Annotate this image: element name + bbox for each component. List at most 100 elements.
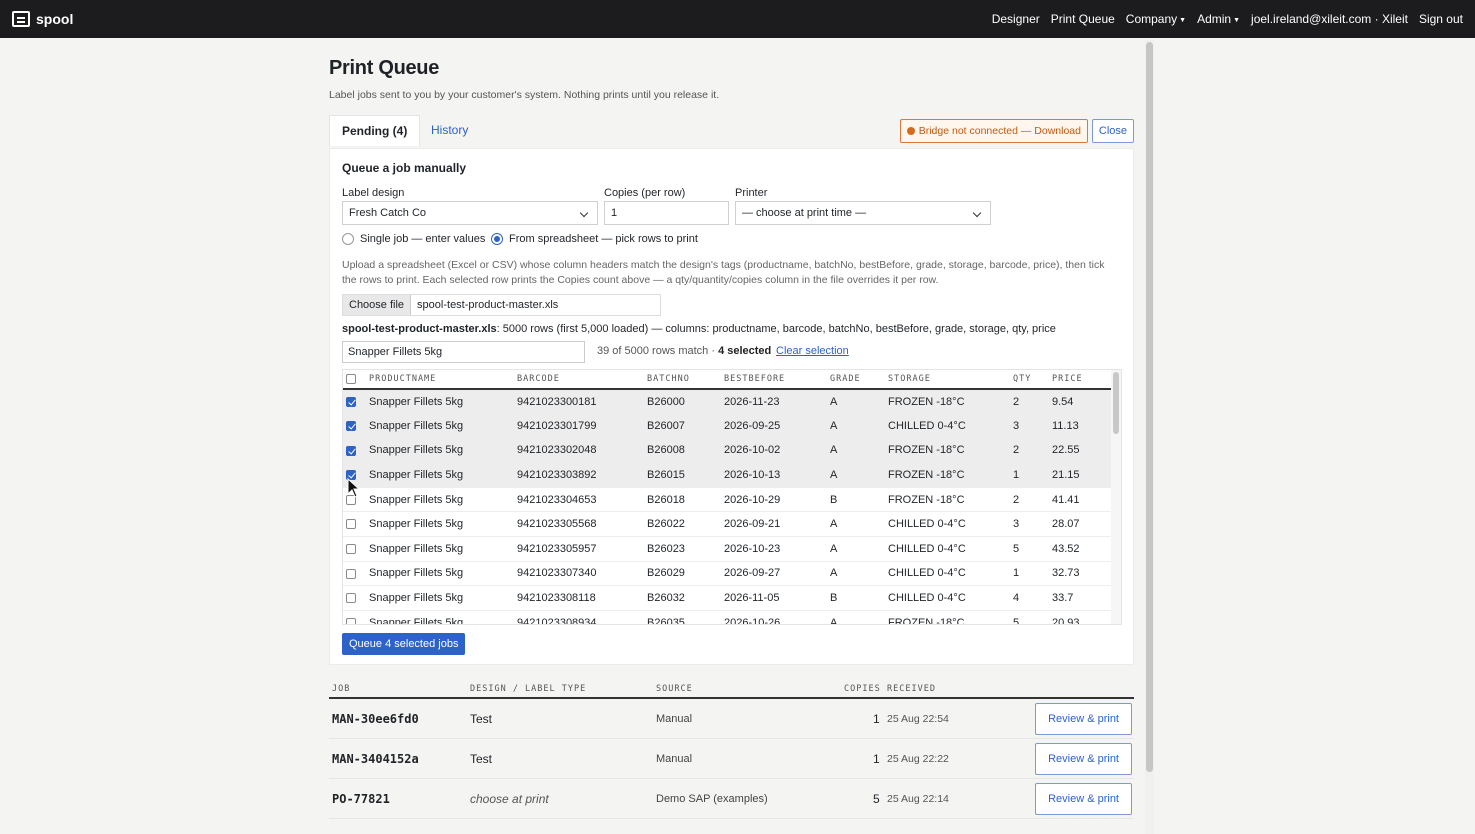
cell-grade: A — [830, 462, 888, 488]
page-scrollbar-thumb[interactable] — [1146, 42, 1153, 772]
bridge-status-button[interactable]: Bridge not connected — Download — [899, 119, 1088, 143]
job-id: PO-77821 — [332, 792, 390, 806]
cell-batchno: B26032 — [647, 585, 724, 611]
col-productname[interactable]: PRODUCTNAME — [369, 370, 517, 390]
cell-batchno: B26000 — [647, 389, 724, 415]
table-row[interactable]: Snapper Fillets 5kg 9421023305568 B26022 20… — [343, 511, 1111, 538]
row-checkbox[interactable] — [346, 593, 356, 604]
review-print-button[interactable]: Review & print — [1035, 703, 1132, 735]
row-checkbox[interactable] — [346, 568, 356, 579]
label-design-value: Fresh Catch Co — [349, 207, 427, 219]
tab-pending[interactable]: Pending (4) — [329, 115, 421, 146]
radio-spreadsheet[interactable]: From spreadsheet — pick rows to print — [491, 233, 698, 245]
jobs-rows: MAN-30ee6fd0 Test Manual 1 25 Aug 22:54 Revie… — [329, 699, 1134, 819]
row-checkbox[interactable] — [346, 396, 356, 407]
radio-single-job[interactable]: Single job — enter values — [342, 233, 485, 245]
table-row[interactable]: Snapper Fillets 5kg 9421023302048 B26008 20… — [343, 438, 1111, 464]
col-batchno[interactable]: BATCHNO — [647, 370, 724, 390]
table-row[interactable]: Snapper Fillets 5kg 9421023301799 B26007 20… — [343, 413, 1111, 439]
cell-barcode: 9421023305568 — [517, 511, 647, 538]
row-select-cell — [343, 389, 369, 415]
cell-qty: 2 — [1013, 438, 1052, 464]
cell-price: 9.54 — [1052, 389, 1111, 415]
chevron-down-icon: ▼ — [1179, 17, 1187, 24]
nav-print-queue[interactable]: Print Queue — [1051, 12, 1115, 26]
file-name: spool-test-product-master.xls — [417, 299, 559, 311]
nav-designer[interactable]: Designer — [992, 12, 1040, 26]
row-select-cell — [343, 561, 369, 587]
cell-price: 43.52 — [1052, 536, 1111, 562]
cell-batchno: B26015 — [647, 462, 724, 488]
jobs-header: JOB DESIGN / LABEL TYPE SOURCE COPIES RE… — [329, 679, 1134, 699]
page-subtitle: Label jobs sent to you by your customer'… — [329, 89, 720, 101]
row-filter-input[interactable]: Snapper Fillets 5kg — [342, 341, 585, 363]
job-design: Test — [470, 752, 493, 766]
nav-admin[interactable]: Admin ▼ — [1197, 12, 1240, 26]
top-nav: spool Designer Print Queue Company ▼ Admi… — [0, 0, 1475, 38]
nav-account[interactable]: joel.ireland@xileit.com · Xileit — [1251, 12, 1408, 26]
copies-input[interactable]: 1 — [604, 201, 729, 225]
cell-grade: A — [830, 511, 888, 538]
brand[interactable]: spool — [12, 11, 73, 27]
table-row[interactable]: Snapper Fillets 5kg 9421023308118 B26032 20… — [343, 585, 1111, 611]
page-scrollbar[interactable] — [1145, 40, 1154, 834]
review-print-button[interactable]: Review & print — [1035, 783, 1132, 815]
file-input[interactable]: Choose file spool-test-product-master.xl… — [342, 294, 661, 316]
mouse-cursor-icon — [347, 477, 361, 498]
col-qty[interactable]: QTY — [1013, 370, 1052, 390]
choose-file-button[interactable]: Choose file — [343, 295, 412, 315]
table-row[interactable]: Snapper Fillets 5kg 9421023305957 B26023 20… — [343, 536, 1111, 562]
cell-bestbefore: 2026-09-27 — [724, 561, 830, 587]
jobs-table: JOB DESIGN / LABEL TYPE SOURCE COPIES RE… — [329, 679, 1134, 819]
col-barcode[interactable]: BARCODE — [517, 370, 647, 390]
select-all-checkbox[interactable] — [346, 373, 356, 384]
match-count-text: 39 of 5000 rows match · — [597, 345, 719, 357]
close-button[interactable]: Close — [1091, 119, 1134, 143]
cell-qty: 3 — [1013, 413, 1052, 439]
table-row[interactable]: Snapper Fillets 5kg 9421023303892 B26015 20… — [343, 462, 1111, 488]
cell-storage: FROZEN -18°C — [888, 438, 1013, 464]
cell-productname: Snapper Fillets 5kg — [369, 585, 517, 611]
filter-row: Snapper Fillets 5kg 39 of 5000 rows matc… — [342, 341, 1121, 363]
cell-storage: FROZEN -18°C — [888, 462, 1013, 488]
grid-scrollbar-thumb[interactable] — [1113, 372, 1119, 434]
grid-scrollbar[interactable] — [1111, 370, 1121, 624]
cell-barcode: 9421023302048 — [517, 438, 647, 464]
row-checkbox[interactable] — [346, 617, 356, 624]
table-row[interactable]: Snapper Fillets 5kg 9421023307340 B26029 20… — [343, 561, 1111, 587]
match-count: 39 of 5000 rows match · 4 selected — [597, 345, 771, 357]
file-info-name: spool-test-product-master.xls — [342, 323, 497, 335]
cell-qty: 1 — [1013, 462, 1052, 488]
cell-productname: Snapper Fillets 5kg — [369, 413, 517, 439]
cell-barcode: 9421023300181 — [517, 389, 647, 415]
cell-bestbefore: 2026-09-21 — [724, 511, 830, 538]
table-row[interactable]: Snapper Fillets 5kg 9421023300181 B26000 20… — [343, 389, 1111, 415]
cell-productname: Snapper Fillets 5kg — [369, 389, 517, 415]
queue-selected-button[interactable]: Queue 4 selected jobs — [342, 633, 466, 655]
row-checkbox[interactable] — [346, 445, 356, 456]
tab-history[interactable]: History — [419, 115, 480, 146]
col-grade[interactable]: GRADE — [830, 370, 888, 390]
nav-sign-out[interactable]: Sign out — [1419, 12, 1463, 26]
row-checkbox[interactable] — [346, 420, 356, 431]
row-checkbox[interactable] — [346, 543, 356, 554]
row-select-cell — [343, 536, 369, 562]
printer-select[interactable]: — choose at print time — — [735, 201, 991, 225]
cell-grade: B — [830, 585, 888, 611]
label-design-select[interactable]: Fresh Catch Co — [342, 201, 598, 225]
table-row[interactable]: Snapper Fillets 5kg 9421023304653 B26018 20… — [343, 487, 1111, 513]
table-row[interactable]: Snapper Fillets 5kg 9421023308934 B26035 20… — [343, 610, 1111, 624]
row-checkbox[interactable] — [346, 519, 356, 530]
col-storage[interactable]: STORAGE — [888, 370, 1013, 390]
cell-storage: CHILLED 0-4°C — [888, 536, 1013, 562]
cell-grade: A — [830, 438, 888, 464]
review-print-button[interactable]: Review & print — [1035, 743, 1132, 775]
clear-selection-link[interactable]: Clear selection — [776, 345, 849, 357]
nav-company[interactable]: Company ▼ — [1126, 12, 1186, 26]
radio-spreadsheet-label: From spreadsheet — pick rows to print — [509, 233, 698, 245]
col-price[interactable]: PRICE — [1052, 370, 1111, 390]
cell-barcode: 9421023301799 — [517, 413, 647, 439]
printer-value: — choose at print time — — [742, 207, 867, 219]
col-bestbefore[interactable]: BESTBEFORE — [724, 370, 830, 390]
row-select-cell — [343, 413, 369, 439]
